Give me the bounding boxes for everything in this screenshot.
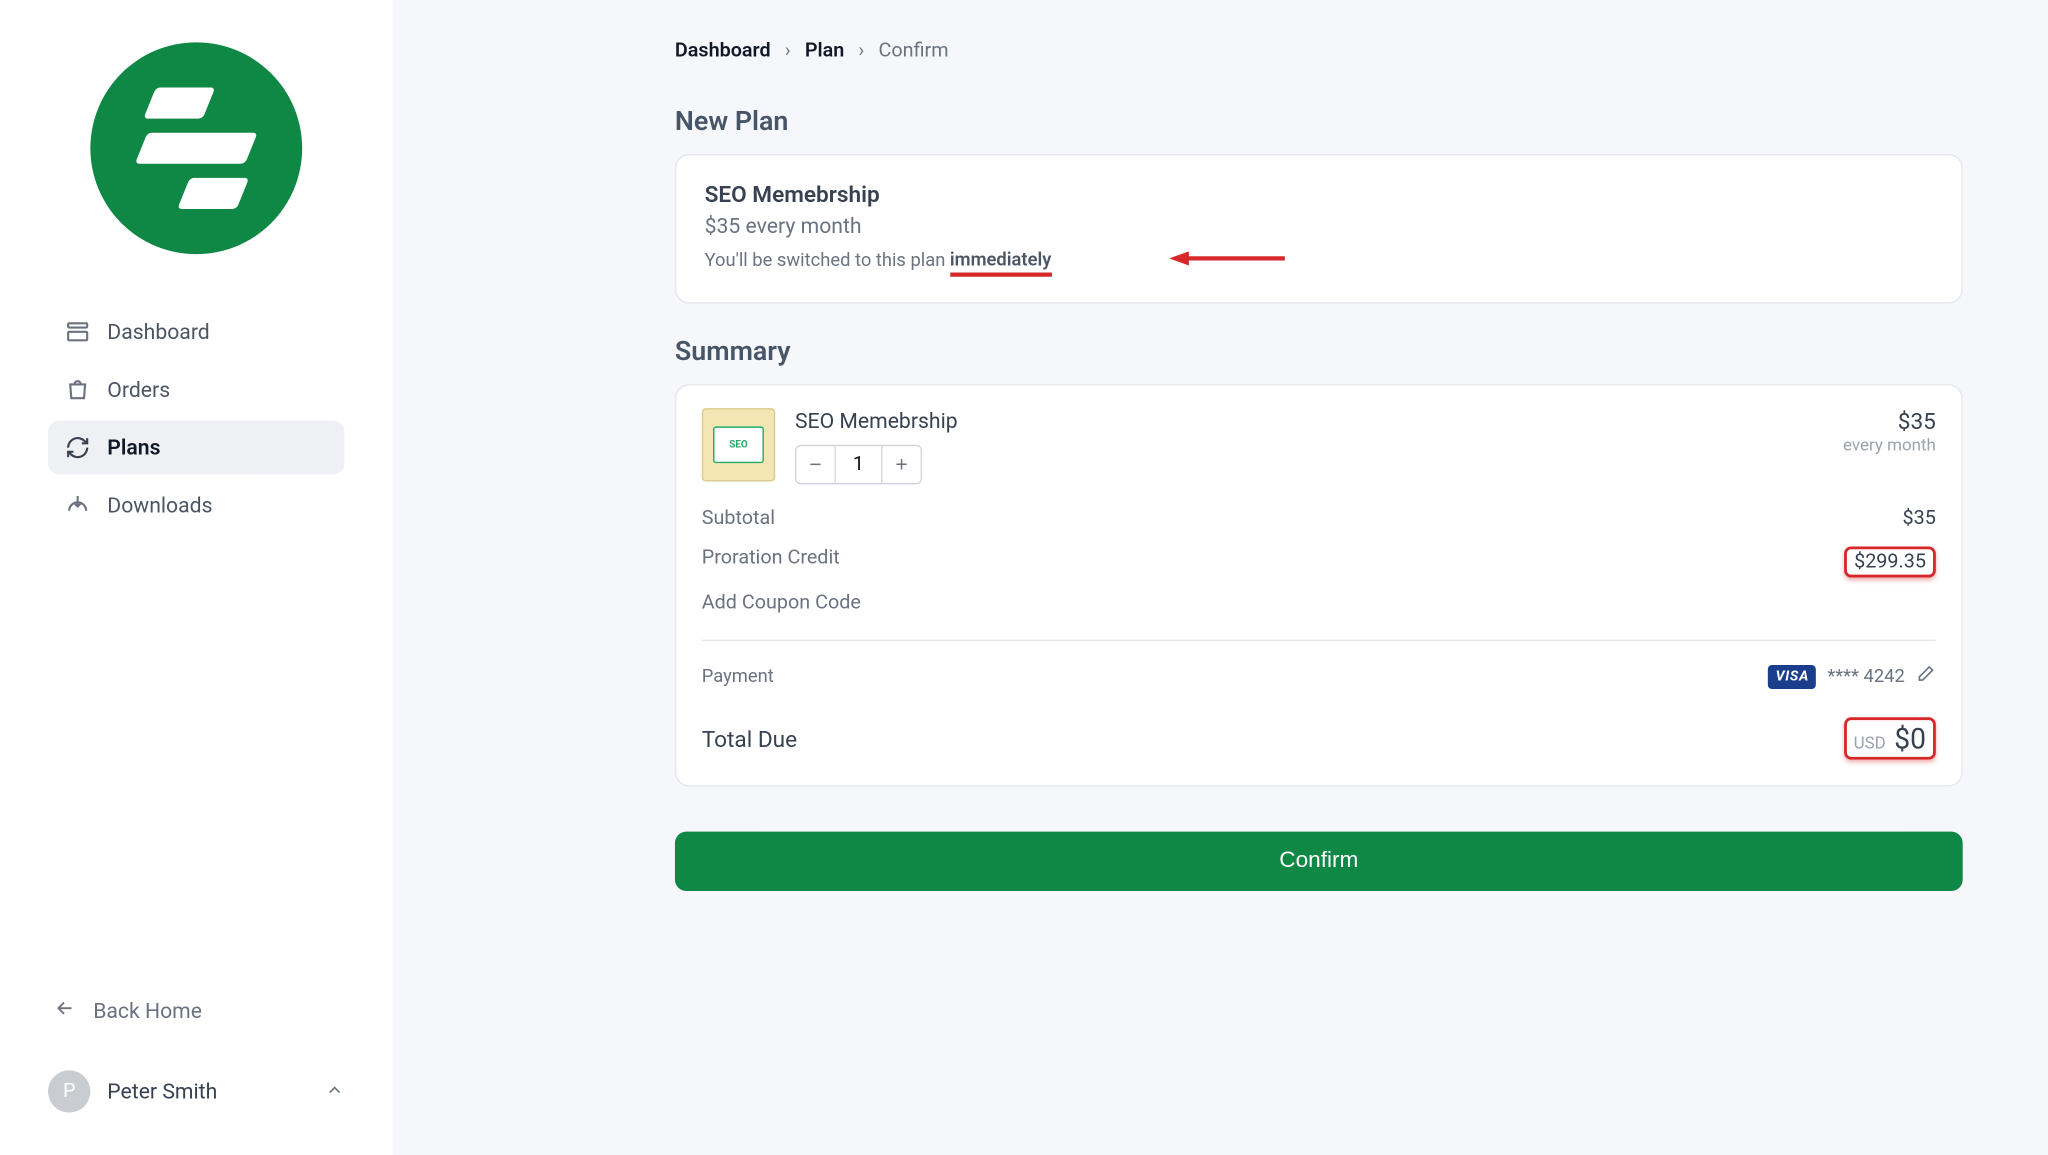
chevron-right-icon: › bbox=[785, 40, 791, 63]
summary-title: Summary bbox=[675, 335, 1963, 367]
quantity-stepper: − 1 + bbox=[795, 445, 922, 485]
annotation-arrow-icon bbox=[1169, 247, 1285, 275]
plan-name: SEO Memebrship bbox=[705, 181, 1933, 208]
confirm-button[interactable]: Confirm bbox=[675, 832, 1963, 891]
user-menu[interactable]: P Peter Smith bbox=[48, 1070, 345, 1112]
nav: Dashboard Orders Plans Downloads bbox=[48, 305, 345, 532]
card-mask: **** 4242 bbox=[1827, 666, 1904, 687]
qty-value: 1 bbox=[836, 447, 881, 484]
annotation-highlight: $299.35 bbox=[1844, 547, 1936, 578]
breadcrumb-dashboard[interactable]: Dashboard bbox=[675, 40, 771, 63]
switch-note: You'll be switched to this plan immediat… bbox=[705, 247, 1933, 277]
sidebar-item-plans[interactable]: Plans bbox=[48, 421, 345, 475]
chevron-right-icon: › bbox=[858, 40, 864, 63]
main-content: Dashboard › Plan › Confirm New Plan SEO … bbox=[393, 0, 2048, 1155]
back-home-link[interactable]: Back Home bbox=[48, 986, 345, 1037]
back-home-label: Back Home bbox=[93, 998, 202, 1023]
breadcrumb-confirm: Confirm bbox=[879, 40, 949, 63]
breadcrumb: Dashboard › Plan › Confirm bbox=[675, 40, 1963, 63]
avatar: P bbox=[48, 1070, 90, 1112]
dashboard-icon bbox=[65, 319, 90, 344]
bag-icon bbox=[65, 377, 90, 402]
sidebar-item-label: Plans bbox=[107, 435, 160, 460]
sidebar-item-dashboard[interactable]: Dashboard bbox=[48, 305, 345, 359]
total-row: Total Due USD $0 bbox=[702, 709, 1936, 763]
logo bbox=[48, 42, 345, 254]
sidebar-item-label: Orders bbox=[107, 377, 170, 402]
breadcrumb-plan[interactable]: Plan bbox=[805, 40, 844, 63]
sidebar-item-orders[interactable]: Orders bbox=[48, 363, 345, 417]
summary-card: SEO SEO Memebrship − 1 + $35 every month… bbox=[675, 385, 1963, 787]
card-brand-badge: VISA bbox=[1769, 665, 1817, 689]
sidebar-item-label: Dashboard bbox=[107, 319, 209, 344]
proration-row: Proration Credit $299.35 bbox=[702, 539, 1936, 587]
item-price: $35 every month bbox=[1843, 409, 1936, 456]
user-name: Peter Smith bbox=[107, 1079, 308, 1104]
line-item: SEO SEO Memebrship − 1 + $35 every month bbox=[702, 409, 1936, 485]
add-coupon-link[interactable]: Add Coupon Code bbox=[702, 587, 1936, 632]
new-plan-title: New Plan bbox=[675, 104, 1963, 136]
arrow-left-icon bbox=[54, 997, 77, 1025]
refresh-icon bbox=[65, 435, 90, 460]
qty-plus-button[interactable]: + bbox=[881, 447, 921, 484]
sidebar: Dashboard Orders Plans Downloads bbox=[0, 0, 393, 1155]
payment-row: Payment VISA **** 4242 bbox=[702, 656, 1936, 710]
sidebar-item-downloads[interactable]: Downloads bbox=[48, 479, 345, 533]
edit-payment-icon[interactable] bbox=[1916, 664, 1936, 689]
item-title: SEO Memebrship bbox=[795, 409, 1823, 434]
download-icon bbox=[65, 493, 90, 518]
chevron-up-icon bbox=[325, 1078, 345, 1105]
new-plan-card: SEO Memebrship $35 every month You'll be… bbox=[675, 154, 1963, 304]
subtotal-row: Subtotal $35 bbox=[702, 499, 1936, 539]
qty-minus-button[interactable]: − bbox=[796, 447, 836, 484]
item-thumbnail: SEO bbox=[702, 409, 775, 482]
annotation-highlight: USD $0 bbox=[1844, 718, 1936, 760]
plan-price: $35 every month bbox=[705, 213, 1933, 238]
divider bbox=[702, 640, 1936, 641]
sidebar-item-label: Downloads bbox=[107, 493, 212, 518]
